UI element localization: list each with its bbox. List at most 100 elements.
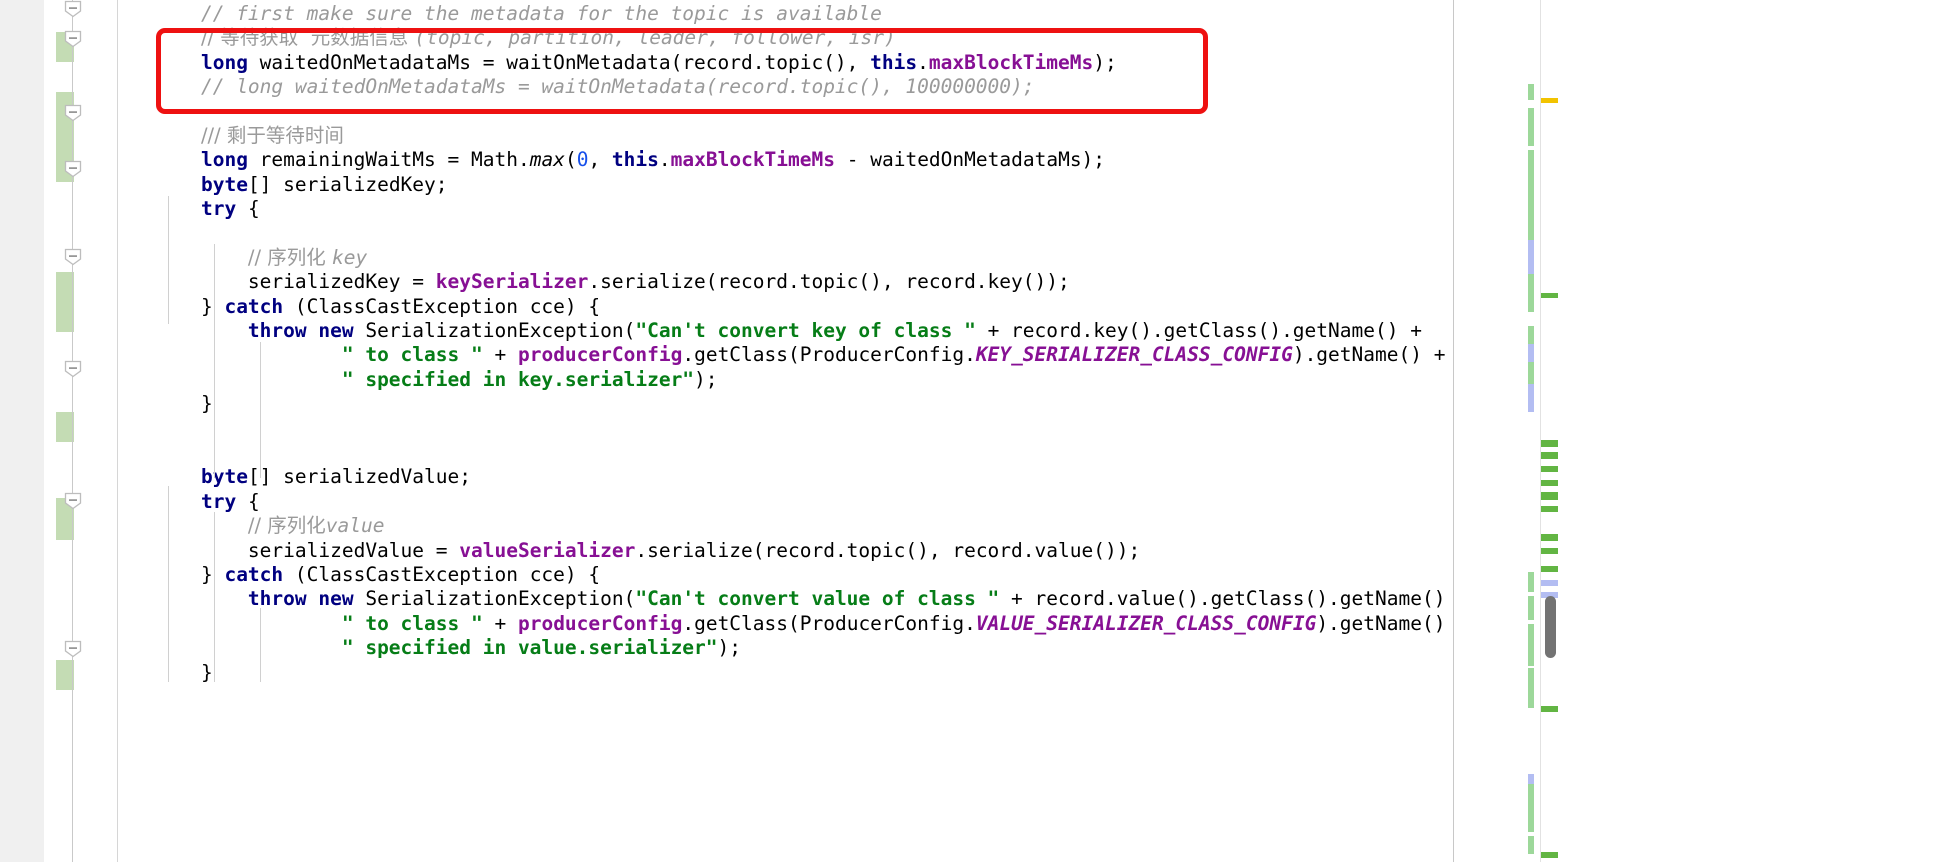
minimap-marker	[1528, 226, 1534, 240]
code-token-plain: (ClassCastException cce) {	[283, 294, 601, 318]
code-token-keyword: throw new	[247, 587, 354, 611]
code-token-plain: {	[236, 197, 260, 221]
code-token-plain: );	[717, 636, 742, 660]
code-line[interactable]: long waitedOnMetadataMs = waitOnMetadata…	[154, 51, 1454, 75]
minimap-marker	[1528, 274, 1534, 312]
error-stripe-mark[interactable]	[1541, 440, 1558, 447]
code-text-area[interactable]: // first make sure the metadata for the …	[118, 0, 1454, 862]
code-line[interactable]	[154, 417, 1454, 441]
indent-guide	[214, 318, 215, 478]
code-line[interactable]: serializedKey = keySerializer.serialize(…	[154, 270, 1454, 294]
indent-guide	[168, 196, 169, 324]
vertical-scrollbar-thumb[interactable]	[1545, 596, 1556, 658]
code-token-keyword: this	[870, 50, 918, 74]
code-lines-container: // first make sure the metadata for the …	[118, 0, 1454, 685]
code-token-keyword: byte	[200, 465, 248, 489]
error-stripe-mark[interactable]	[1541, 293, 1558, 298]
code-line[interactable]: " specified in key.serializer");	[154, 368, 1454, 392]
code-token-string: " specified in key.serializer"	[341, 367, 695, 391]
code-token-plain: SerializationException(	[353, 319, 636, 343]
code-token-string: " specified in value.serializer"	[341, 636, 718, 660]
minimap-marker	[1528, 84, 1534, 100]
vertical-scrollbar-track[interactable]	[1540, 0, 1557, 862]
ide-editor-window: // first make sure the metadata for the …	[0, 0, 1944, 862]
error-stripe-mark[interactable]	[1541, 466, 1558, 472]
code-line[interactable]: // long waitedOnMetadataMs = waitOnMetad…	[154, 75, 1454, 99]
code-token-string: " to class "	[341, 343, 483, 367]
error-stripe-mark[interactable]	[1541, 452, 1558, 459]
code-fold-collapse-icon[interactable]	[64, 0, 82, 18]
code-token-plain: .serialize(record.topic(), record.key())…	[588, 270, 1070, 294]
code-line[interactable]: /// 剩于等待时间	[154, 124, 1454, 148]
code-token-plain: .getClass(ProducerConfig.	[682, 611, 976, 635]
code-token-plain: }	[200, 294, 225, 318]
error-stripe-mark[interactable]	[1541, 534, 1558, 541]
code-fold-collapse-icon[interactable]	[64, 30, 82, 48]
code-line[interactable]: // first make sure the metadata for the …	[154, 2, 1454, 26]
code-line[interactable]: }	[154, 661, 1454, 685]
error-stripe-mark[interactable]	[1541, 706, 1558, 712]
minimap-change-markers	[1528, 0, 1534, 862]
code-token-plain: remainingWaitMs = Math.	[247, 148, 530, 172]
code-line[interactable]: // 序列化value	[154, 514, 1454, 538]
code-token-plain: +	[482, 611, 518, 635]
code-line[interactable]: // 等待获取 元数据信息 (topic, partition, leader,…	[154, 26, 1454, 50]
code-line[interactable]	[154, 222, 1454, 246]
code-line[interactable]: // 序列化 key	[154, 246, 1454, 270]
code-fold-collapse-icon[interactable]	[64, 492, 82, 510]
error-stripe-mark[interactable]	[1541, 580, 1558, 586]
code-line[interactable]: serializedValue = valueSerializer.serial…	[154, 539, 1454, 563]
code-fold-collapse-icon[interactable]	[64, 640, 82, 658]
code-token-field: maxBlockTimeMs	[670, 148, 836, 172]
code-fold-collapse-icon[interactable]	[64, 360, 82, 378]
minimap-marker	[1528, 836, 1534, 854]
minimap-marker	[1528, 784, 1534, 832]
code-token-keyword: this	[611, 148, 659, 172]
code-token-plain: .	[917, 50, 929, 74]
code-token-plain: );	[1093, 50, 1117, 74]
indent-guide	[168, 486, 169, 682]
code-line[interactable]: " specified in value.serializer");	[154, 636, 1454, 660]
error-stripe-mark[interactable]	[1541, 548, 1558, 554]
code-line[interactable]: try {	[154, 197, 1454, 221]
error-stripe-mark[interactable]	[1541, 506, 1558, 512]
code-token-constant: KEY_SERIALIZER_CLASS_CONFIG	[975, 343, 1293, 367]
error-stripe-mark[interactable]	[1541, 98, 1558, 103]
code-token-keyword: long	[200, 50, 248, 74]
editor-gutter[interactable]	[0, 0, 44, 862]
error-stripe-mark[interactable]	[1541, 566, 1558, 572]
code-token-plain: }	[200, 392, 213, 416]
code-line[interactable]: " to class " + producerConfig.getClass(P…	[154, 612, 1454, 636]
code-token-string: " to class "	[341, 611, 483, 635]
code-line[interactable]: }	[154, 392, 1454, 416]
code-fold-collapse-icon[interactable]	[64, 248, 82, 266]
code-line[interactable]: throw new SerializationException("Can't …	[154, 319, 1454, 343]
code-fold-collapse-icon[interactable]	[64, 160, 82, 178]
minimap-marker	[1528, 344, 1534, 364]
code-token-string: "Can't convert value of class "	[635, 587, 1000, 611]
code-token-keyword: throw new	[247, 319, 354, 343]
code-line[interactable]: " to class " + producerConfig.getClass(P…	[154, 343, 1454, 367]
code-token-comment-cjk: /// 剩于等待时间	[200, 123, 344, 147]
code-token-field: maxBlockTimeMs	[928, 50, 1094, 74]
minimap-marker	[1528, 774, 1534, 784]
code-token-plain: [] serializedKey;	[247, 172, 448, 196]
code-line[interactable]: } catch (ClassCastException cce) {	[154, 295, 1454, 319]
code-line[interactable]	[154, 441, 1454, 465]
indent-guide	[214, 244, 215, 324]
fold-rail-line	[72, 0, 73, 862]
code-line[interactable]: byte[] serializedValue;	[154, 465, 1454, 489]
error-stripe-mark[interactable]	[1541, 494, 1558, 500]
code-line[interactable]	[154, 100, 1454, 124]
code-token-plain: ).getName() +	[1292, 343, 1446, 367]
error-stripe-mark[interactable]	[1541, 852, 1558, 858]
code-line[interactable]: try {	[154, 490, 1454, 514]
code-token-field: producerConfig	[517, 611, 683, 635]
code-fold-collapse-icon[interactable]	[64, 104, 82, 122]
code-line[interactable]: } catch (ClassCastException cce) {	[154, 563, 1454, 587]
code-line[interactable]: byte[] serializedKey;	[154, 173, 1454, 197]
code-line[interactable]: throw new SerializationException("Can't …	[154, 587, 1454, 611]
code-token-plain: serializedValue =	[247, 538, 460, 562]
code-line[interactable]: long remainingWaitMs = Math.max(0, this.…	[154, 148, 1454, 172]
error-stripe-mark[interactable]	[1541, 480, 1558, 486]
